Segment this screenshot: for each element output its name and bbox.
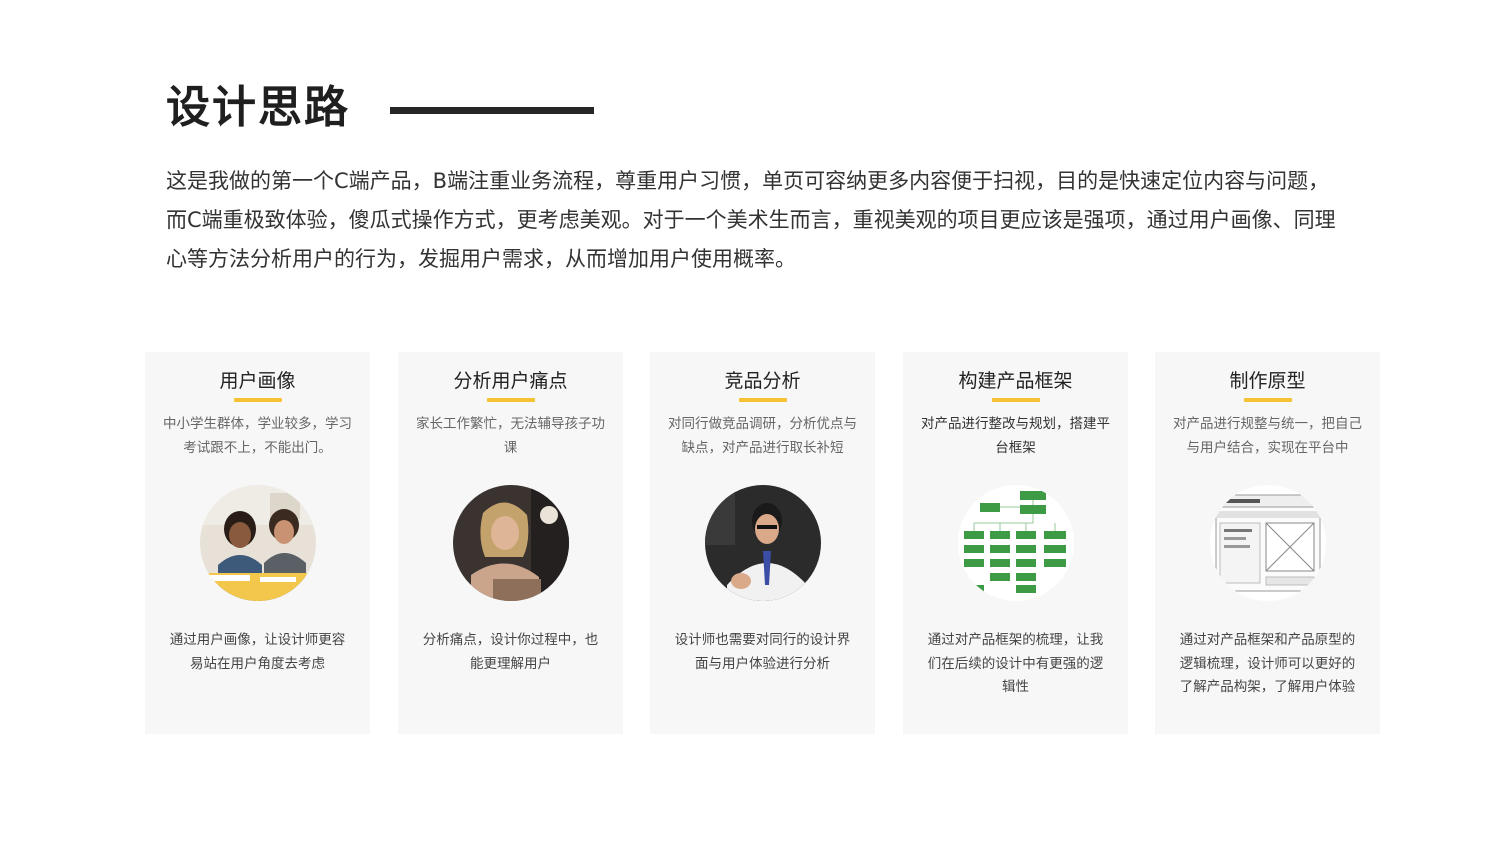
teacher-photo (704, 485, 821, 601)
title-underline (486, 398, 535, 402)
card-title: 用户画像 (219, 370, 296, 392)
card-desc: 中小学生群体，学业较多，学习考试跟不上，不能出门。 (163, 416, 352, 456)
wireframe-prototype (1209, 485, 1326, 601)
intro-paragraph: 这是我做的第一个C端产品，B端注重业务流程，尊重用户习惯，单页可容纳更多内容便于… (166, 169, 1336, 271)
card-foot: 分析痛点，设计你过程中，也能更理解用户 (422, 632, 599, 672)
card-desc: 对产品进行规整与统一，把自己与用户结合，实现在平台中 (1173, 416, 1362, 456)
children-studying-photo (199, 485, 316, 601)
card-title: 构建产品框架 (958, 370, 1073, 392)
card-foot: 通过对产品框架的梳理，让我们在后续的设计中有更强的逻辑性 (927, 632, 1104, 695)
card-pain-points: 分析用户痛点 家长工作繁忙，无法辅导孩子功课 分析痛点，设计你过程中，也能更理解… (398, 352, 623, 734)
card-desc: 家长工作繁忙，无法辅导孩子功课 (416, 416, 605, 456)
card-desc: 对同行做竞品调研，分析优点与缺点，对产品进行取长补短 (668, 416, 857, 456)
busy-parent-photo (452, 485, 569, 601)
card-product-framework: 构建产品框架 对产品进行整改与规划，搭建平台框架 通过对产品框架的梳理，让我们在… (903, 352, 1128, 734)
framework-diagram (957, 485, 1074, 601)
card-title: 竞品分析 (724, 370, 801, 392)
card-foot: 设计师也需要对同行的设计界面与用户体验进行分析 (674, 632, 851, 672)
page-title: 设计思路 (166, 82, 350, 133)
design-steps: 用户画像 中小学生群体，学业较多，学习考试跟不上，不能出门。 通过用户画像，让设… (145, 352, 1380, 734)
title-underline (991, 398, 1040, 402)
title-underline (738, 398, 787, 402)
card-foot: 通过用户画像，让设计师更容易站在用户角度去考虑 (169, 632, 346, 672)
card-foot: 通过对产品框架和产品原型的逻辑梳理，设计师可以更好的了解产品构架，了解用户体验 (1179, 632, 1356, 695)
title-underline (233, 398, 282, 402)
title-decor-bar (390, 106, 594, 114)
card-competitor-analysis: 竞品分析 对同行做竞品调研，分析优点与缺点，对产品进行取长补短 设计师也需要对同… (650, 352, 875, 734)
card-prototype: 制作原型 对产品进行规整与统一，把自己与用户结合，实现在平台中 通过对产品框架和… (1155, 352, 1380, 734)
card-title: 制作原型 (1229, 370, 1306, 392)
card-desc: 对产品进行整改与规划，搭建平台框架 (921, 416, 1110, 456)
title-underline (1243, 398, 1292, 402)
title-row: 设计思路 (166, 80, 594, 136)
card-title: 分析用户痛点 (453, 370, 568, 392)
card-user-persona: 用户画像 中小学生群体，学业较多，学习考试跟不上，不能出门。 通过用户画像，让设… (145, 352, 370, 734)
